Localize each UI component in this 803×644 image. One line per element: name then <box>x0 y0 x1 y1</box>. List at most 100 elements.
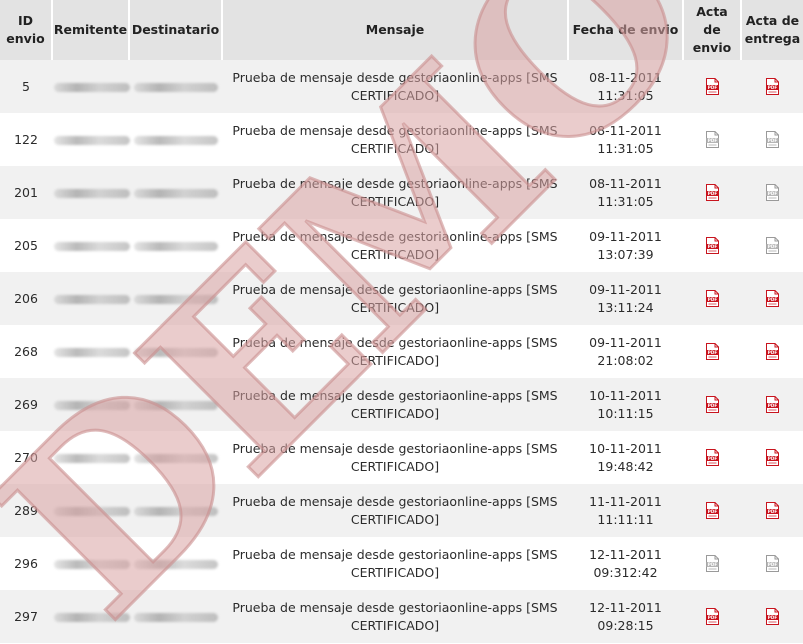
redacted-sender <box>54 242 130 251</box>
pdf-icon[interactable]: PDF <box>705 555 719 572</box>
cell-id: 270 <box>14 450 38 465</box>
message-line: Prueba de mensaje desde gestoriaonline-a… <box>232 122 558 138</box>
cell-destinatario <box>129 60 222 113</box>
table-row[interactable]: 201 Prueba de mensaje desde gestoriaonlin… <box>0 166 803 219</box>
table-row[interactable]: 296 Prueba de mensaje desde gestoriaonlin… <box>0 537 803 590</box>
table-row[interactable]: 289 Prueba de mensaje desde gestoriaonlin… <box>0 484 803 537</box>
col-header-remitente[interactable]: Remitente <box>52 0 130 60</box>
header-text: envio <box>6 31 45 46</box>
pdf-icon[interactable]: PDF <box>705 608 719 625</box>
col-header-mensaje[interactable]: Mensaje <box>222 0 569 60</box>
message-line: CERTIFICADO] <box>350 299 440 315</box>
pdf-icon[interactable]: PDF <box>765 608 779 625</box>
send-time: 09:312:42 <box>593 564 658 580</box>
pdf-icon[interactable]: PDF <box>765 343 779 360</box>
cell-acta-envio: PDF <box>683 113 741 166</box>
redacted-recipient <box>133 136 218 145</box>
cell-fecha: 08-11-2011 11:31:05 <box>568 60 683 113</box>
redacted-sender <box>54 454 130 463</box>
cell-fecha: 09-11-2011 13:07:39 <box>568 219 683 272</box>
cell-acta-entrega: PDF <box>741 590 803 643</box>
messages-table: ID envio Remitente Destinatario Mensaje … <box>0 0 803 643</box>
send-date: 09-11-2011 <box>589 228 662 244</box>
pdf-icon[interactable]: PDF <box>705 131 719 148</box>
pdf-icon[interactable]: PDF <box>765 396 779 413</box>
table-row[interactable]: 205 Prueba de mensaje desde gestoriaonlin… <box>0 219 803 272</box>
redacted-sender <box>54 401 130 410</box>
pdf-icon[interactable]: PDF <box>705 502 719 519</box>
cell-fecha: 12-11-2011 09:28:15 <box>568 590 683 643</box>
send-date: 08-11-2011 <box>589 175 662 191</box>
cell-remitente <box>52 378 130 431</box>
redacted-sender <box>54 348 130 357</box>
col-header-acta-entrega[interactable]: Acta de entrega <box>741 0 803 60</box>
cell-remitente <box>52 113 130 166</box>
table-row[interactable]: 269 Prueba de mensaje desde gestoriaonlin… <box>0 378 803 431</box>
pdf-icon[interactable]: PDF <box>705 290 719 307</box>
send-date: 09-11-2011 <box>589 281 662 297</box>
cell-acta-entrega: PDF <box>741 431 803 484</box>
pdf-icon[interactable]: PDF <box>765 237 779 254</box>
table-row[interactable]: 122 Prueba de mensaje desde gestoriaonlin… <box>0 113 803 166</box>
svg-text:PDF: PDF <box>767 509 777 514</box>
svg-text:PDF: PDF <box>767 456 777 461</box>
table-row[interactable]: 206 Prueba de mensaje desde gestoriaonlin… <box>0 272 803 325</box>
col-header-id[interactable]: ID envio <box>0 0 53 60</box>
pdf-icon[interactable]: PDF <box>705 237 719 254</box>
table-row[interactable]: 297 Prueba de mensaje desde gestoriaonlin… <box>0 590 803 643</box>
cell-fecha: 08-11-2011 11:31:05 <box>568 166 683 219</box>
message-line: CERTIFICADO] <box>350 564 440 580</box>
cell-acta-entrega: PDF <box>741 378 803 431</box>
cell-remitente <box>52 484 130 537</box>
message-line: Prueba de mensaje desde gestoriaonline-a… <box>232 387 558 403</box>
cell-mensaje: Prueba de mensaje desde gestoriaonline-a… <box>222 378 568 431</box>
col-header-fecha[interactable]: Fecha de envio <box>568 0 684 60</box>
pdf-icon[interactable]: PDF <box>705 449 719 466</box>
svg-text:PDF: PDF <box>767 615 777 620</box>
cell-acta-entrega: PDF <box>741 537 803 590</box>
table-row[interactable]: 268 Prueba de mensaje desde gestoriaonlin… <box>0 325 803 378</box>
col-header-destinatario[interactable]: Destinatario <box>129 0 223 60</box>
cell-id: 205 <box>14 238 38 253</box>
cell-id: 289 <box>14 503 38 518</box>
pdf-icon[interactable]: PDF <box>765 131 779 148</box>
cell-fecha: 10-11-2011 10:11:15 <box>568 378 683 431</box>
send-time: 10:11:15 <box>597 405 654 421</box>
col-header-acta-envio[interactable]: Acta de envio <box>683 0 742 60</box>
pdf-icon[interactable]: PDF <box>765 449 779 466</box>
header-text: ID <box>17 13 34 28</box>
message-line: CERTIFICADO] <box>350 352 440 368</box>
pdf-icon[interactable]: PDF <box>765 78 779 95</box>
svg-text:PDF: PDF <box>707 615 717 620</box>
svg-text:PDF: PDF <box>707 85 717 90</box>
cell-acta-envio: PDF <box>683 378 741 431</box>
cell-id: 5 <box>22 79 30 94</box>
send-date: 11-11-2011 <box>589 493 662 509</box>
pdf-icon[interactable]: PDF <box>765 502 779 519</box>
pdf-icon[interactable]: PDF <box>705 78 719 95</box>
pdf-icon[interactable]: PDF <box>765 290 779 307</box>
cell-remitente <box>52 60 130 113</box>
cell-acta-envio: PDF <box>683 272 741 325</box>
pdf-icon[interactable]: PDF <box>705 184 719 201</box>
cell-mensaje: Prueba de mensaje desde gestoriaonline-a… <box>222 537 568 590</box>
pdf-icon[interactable]: PDF <box>705 343 719 360</box>
cell-acta-entrega: PDF <box>741 60 803 113</box>
table-header-row: ID envio Remitente Destinatario Mensaje … <box>0 0 803 60</box>
table-row[interactable]: 270 Prueba de mensaje desde gestoriaonlin… <box>0 431 803 484</box>
svg-text:PDF: PDF <box>767 191 777 196</box>
cell-mensaje: Prueba de mensaje desde gestoriaonline-a… <box>222 431 568 484</box>
cell-mensaje: Prueba de mensaje desde gestoriaonline-a… <box>222 60 568 113</box>
pdf-icon[interactable]: PDF <box>765 555 779 572</box>
cell-destinatario <box>129 272 222 325</box>
pdf-icon[interactable]: PDF <box>705 396 719 413</box>
message-line: Prueba de mensaje desde gestoriaonline-a… <box>232 281 558 297</box>
pdf-icon[interactable]: PDF <box>765 184 779 201</box>
cell-id: 201 <box>14 185 38 200</box>
svg-text:PDF: PDF <box>767 350 777 355</box>
send-time: 09:28:15 <box>597 617 654 633</box>
table-row[interactable]: 5 Prueba de mensaje desde gestoriaonline-… <box>0 60 803 113</box>
cell-id: 269 <box>14 397 38 412</box>
cell-mensaje: Prueba de mensaje desde gestoriaonline-a… <box>222 272 568 325</box>
header-text: de <box>703 22 721 37</box>
